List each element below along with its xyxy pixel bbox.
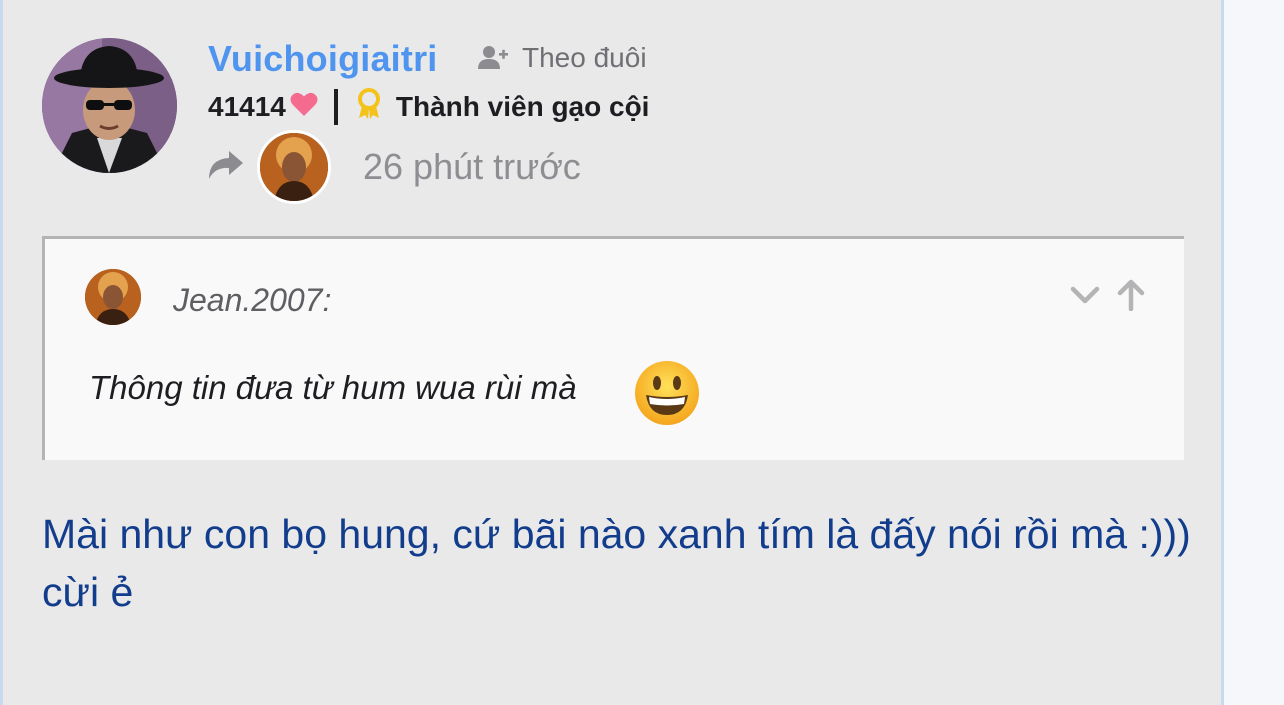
chevron-down-icon[interactable] (1069, 277, 1101, 311)
quote-author-avatar[interactable] (85, 269, 141, 325)
quote-text: Thông tin đưa từ hum wua rùi mà (89, 369, 577, 406)
post-body: Mài như con bọ hung, cứ bãi nào xanh tím… (42, 511, 1191, 615)
shared-by-avatar[interactable] (257, 130, 331, 204)
author-avatar[interactable] (42, 38, 177, 173)
author-rank: Thành viên gạo cội (395, 90, 650, 122)
stats-divider (333, 88, 338, 125)
forum-post: Vuichoigiaitri Theo đuôi 41414 Thành viê… (0, 0, 1221, 705)
quote-tools (1069, 277, 1147, 311)
right-sidebar-gutter (1221, 0, 1284, 705)
medal-icon (356, 88, 396, 125)
share-icon[interactable] (205, 147, 245, 188)
heart-icon (286, 91, 318, 122)
quote-author[interactable]: Jean.2007: (173, 282, 331, 319)
follow-label: Theo đuôi (522, 42, 647, 73)
post-time: 26 phút trước (363, 146, 581, 187)
author-stats: 41414 Thành viên gạo cội (208, 88, 649, 125)
arrow-up-icon[interactable] (1115, 277, 1147, 311)
follow-user-icon (478, 43, 508, 73)
author-username[interactable]: Vuichoigiaitri (208, 38, 438, 80)
quote-block: Jean.2007: Thông tin đưa từ hum wua rùi … (42, 236, 1184, 460)
follow-button[interactable]: Theo đuôi (478, 42, 647, 74)
author-score: 41414 (208, 90, 286, 122)
grinning-emoji-icon (635, 361, 699, 425)
share-row: 26 phút trước (205, 130, 581, 204)
